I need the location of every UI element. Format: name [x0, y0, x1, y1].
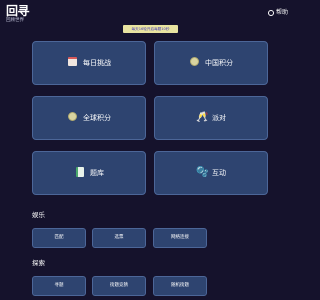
- coin-icon: [189, 57, 200, 69]
- book-icon: [74, 166, 85, 180]
- tile-label: 每日挑战: [83, 59, 111, 67]
- tile-interaction[interactable]: 🫧 互动: [154, 151, 268, 195]
- tile-party[interactable]: 🥂 派对: [154, 96, 268, 140]
- app-subtitle: 回顾世界: [6, 18, 24, 23]
- help-circle-icon: [267, 9, 274, 16]
- section-title-explore: 探索: [32, 259, 45, 267]
- tile-question-bank[interactable]: 题库: [32, 151, 146, 195]
- notice-banner: 每天16轮开启每题10秒: [123, 25, 178, 33]
- party-icon: 🥂: [196, 112, 209, 123]
- tile-global-points[interactable]: 全球积分: [32, 96, 146, 140]
- coin-icon: [67, 112, 78, 124]
- app-logo: 回寻: [6, 4, 30, 18]
- app-header: 回寻 回顾世界 帮助: [0, 0, 300, 24]
- help-button[interactable]: 帮助: [267, 9, 288, 16]
- calendar-icon: [67, 57, 78, 69]
- tile-label: 中国积分: [205, 59, 233, 67]
- vote-button[interactable]: 选票: [92, 228, 146, 248]
- street-guess-button[interactable]: 街题竞猜: [92, 276, 146, 296]
- tile-china-points[interactable]: 中国积分: [154, 41, 268, 85]
- match-button[interactable]: 匹配: [32, 228, 86, 248]
- tile-label: 互动: [212, 169, 226, 177]
- tile-label: 派对: [212, 114, 226, 122]
- random-street-button[interactable]: 随机街题: [153, 276, 207, 296]
- section-title-entertainment: 娱乐: [32, 211, 45, 219]
- tile-label: 全球积分: [83, 114, 111, 122]
- tile-label: 题库: [90, 169, 104, 177]
- tile-daily-challenge[interactable]: 每日挑战: [32, 41, 146, 85]
- network-connect-button[interactable]: 网络连接: [153, 228, 207, 248]
- bubbles-icon: 🫧: [196, 167, 209, 178]
- help-label: 帮助: [275, 9, 288, 16]
- find-question-button[interactable]: 寻题: [32, 276, 86, 296]
